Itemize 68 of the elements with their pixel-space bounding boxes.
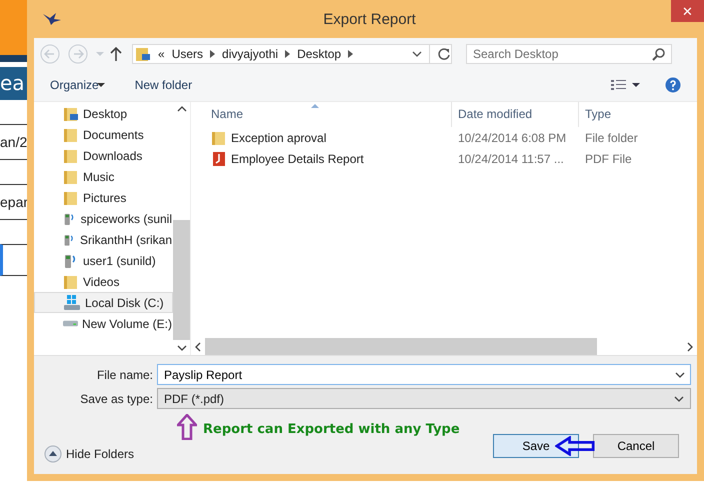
collapse-icon[interactable] (44, 445, 62, 463)
scroll-right-icon[interactable] (687, 342, 693, 352)
annotation-text: Report can Exported with any Type (203, 422, 460, 437)
left-arrow-icon (555, 436, 595, 456)
tree-item[interactable]: SrikanthH (srikan (34, 229, 173, 250)
save-type-label: Save as type: (79, 392, 153, 406)
folder-icon (63, 274, 79, 290)
scroll-left-icon[interactable] (195, 342, 201, 352)
folder-icon (63, 168, 79, 184)
folder-icon (211, 130, 227, 146)
column-header[interactable]: Name (191, 102, 451, 127)
folder-icon (63, 106, 79, 122)
search-field[interactable]: Search Desktop (466, 44, 672, 64)
close-button[interactable]: ✕ (671, 0, 704, 22)
scrollbar-thumb[interactable] (173, 220, 190, 340)
tree-item[interactable]: Local Disk (C:) (34, 292, 173, 313)
tree-item[interactable]: Music (34, 166, 173, 187)
cancel-button[interactable]: Cancel (593, 434, 679, 458)
drive-icon (63, 320, 78, 327)
breadcrumb-overflow[interactable]: « (158, 46, 165, 61)
search-icon (652, 46, 666, 61)
pdf-icon (211, 150, 227, 166)
refresh-icon[interactable] (437, 46, 451, 61)
folder-icon (135, 46, 151, 62)
view-options-icon[interactable] (611, 79, 641, 92)
file-name[interactable]: Employee Details Report (191, 150, 451, 166)
tree-item[interactable]: user1 (sunild) (34, 250, 173, 271)
dropdown-icon[interactable] (412, 50, 422, 57)
file-date: 10/24/2014 6:08 PM (457, 130, 568, 144)
file-type: File folder (584, 130, 639, 144)
new-folder-button[interactable]: New folder (134, 78, 192, 92)
breadcrumb[interactable]: divyajyothi (222, 46, 278, 61)
folder-icon (63, 126, 79, 142)
sort-caret-icon (311, 104, 319, 108)
folder-icon (63, 148, 79, 164)
save-button[interactable]: Save (493, 434, 579, 458)
column-header[interactable]: Date modified (451, 102, 578, 127)
file-name-label: File name: (96, 368, 153, 382)
up-arrow-icon[interactable] (110, 46, 122, 61)
breadcrumb[interactable]: Desktop (297, 46, 342, 61)
address-bar[interactable]: « Users divyajyothi Desktop (132, 44, 452, 64)
bird-icon (42, 12, 62, 26)
windows-drive-icon (63, 294, 81, 310)
chevron-icon[interactable] (285, 50, 290, 58)
scroll-up-icon[interactable] (176, 106, 186, 112)
caret-icon[interactable] (96, 83, 105, 88)
file-type: PDF File (584, 152, 633, 166)
tree-item[interactable]: Videos (34, 271, 173, 292)
chevron-icon[interactable] (348, 50, 354, 58)
save-type-dropdown[interactable]: PDF (*.pdf) (157, 388, 691, 409)
file-date: 10/24/2014 11:57 ... (457, 152, 565, 166)
dropdown-icon[interactable] (675, 372, 685, 378)
organize-menu[interactable]: Organize (50, 78, 105, 92)
scroll-down-icon[interactable] (176, 345, 186, 351)
tree-item[interactable]: Desktop (34, 103, 173, 124)
tree-item[interactable]: New Volume (E:) (34, 313, 173, 334)
window-title: Export Report (323, 10, 416, 28)
file-name-field[interactable]: Payslip Report (157, 364, 691, 385)
help-icon[interactable] (665, 77, 681, 94)
scrollbar-thumb[interactable] (205, 338, 597, 355)
dropdown-icon[interactable] (674, 396, 684, 402)
folder-icon (63, 190, 79, 206)
column-header[interactable]: Type (578, 102, 685, 127)
hide-folders-button[interactable]: Hide Folders (44, 445, 134, 463)
chevron-icon[interactable] (210, 50, 216, 58)
up-arrow-icon (177, 414, 197, 440)
file-name[interactable]: Exception aproval (191, 130, 451, 146)
breadcrumb[interactable]: Users (172, 46, 204, 61)
